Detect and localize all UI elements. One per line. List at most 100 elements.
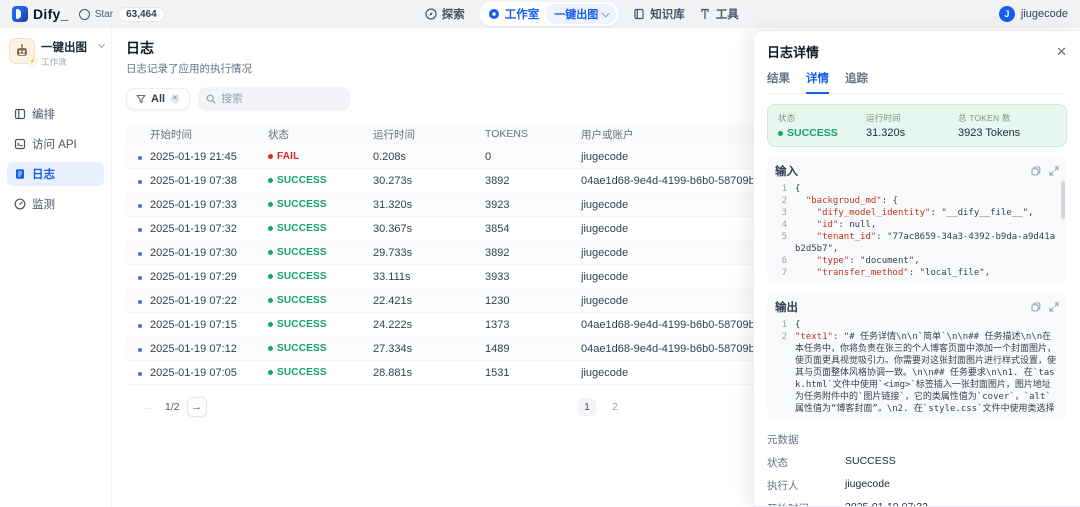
row-runtime: 29.733s — [373, 247, 485, 259]
metadata-label: 执行人 — [767, 478, 845, 493]
nav-knowledge[interactable]: 知识库 — [633, 6, 685, 22]
status-badge: SUCCESS — [268, 343, 373, 354]
table-row[interactable]: 2025-01-19 07:22 SUCCESS 22.421s 1230 ji… — [126, 289, 774, 313]
github-star-widget[interactable]: Star 63,464 — [79, 7, 165, 22]
tab-trace[interactable]: 追踪 — [845, 70, 868, 93]
user-name: jiugecode — [1021, 8, 1068, 20]
status-dot-icon — [268, 178, 273, 183]
row-start-time: 2025-01-19 07:22 — [150, 295, 268, 307]
tokens-label: 总 TOKEN 数 — [958, 112, 1056, 124]
row-user: jiugecode — [581, 271, 774, 283]
output-title: 输出 — [775, 299, 798, 315]
metadata-label: 状态 — [767, 455, 845, 470]
status-badge: SUCCESS — [268, 247, 373, 258]
robot-icon — [14, 43, 30, 59]
nav-tools[interactable]: 工具 — [699, 6, 739, 22]
table-row[interactable]: 2025-01-19 07:30 SUCCESS 29.733s 3892 ji… — [126, 241, 774, 265]
row-user: jiugecode — [581, 367, 774, 379]
expand-icon[interactable] — [1049, 166, 1059, 176]
metadata-value: 2025-01-19 07:32 — [845, 501, 928, 507]
sidebar-item-logs[interactable]: 日志 — [7, 162, 104, 186]
next-page-button[interactable]: → — [187, 397, 207, 417]
table-row[interactable]: 2025-01-19 07:33 SUCCESS 31.320s 3923 ji… — [126, 193, 774, 217]
log-detail-panel: 日志详情 ✕ 结果 详情 追踪 状态 SUCCESS 运行时间 31.320s … — [753, 30, 1080, 507]
nav-studio-group: 工作室 一键出图 — [479, 2, 620, 26]
sidebar-item-monitoring[interactable]: 监测 — [7, 192, 104, 216]
tab-detail[interactable]: 详情 — [806, 70, 829, 94]
expand-icon[interactable] — [1049, 302, 1059, 312]
row-dot-icon — [138, 276, 142, 280]
status-dot-icon — [268, 274, 273, 279]
row-start-time: 2025-01-19 21:45 — [150, 151, 268, 163]
metadata-title: 元数据 — [767, 432, 1067, 447]
nav-knowledge-label: 知识库 — [650, 6, 685, 22]
status-dot-icon — [268, 154, 273, 159]
status-dot-icon — [268, 298, 273, 303]
dify-logo[interactable]: Dify_ — [12, 6, 69, 22]
status-badge: SUCCESS — [268, 199, 373, 210]
row-dot-icon — [138, 204, 142, 208]
studio-icon — [488, 8, 500, 20]
top-navbar: Dify_ Star 63,464 探索 工作室 一键出图 知识库 — [0, 0, 1080, 28]
avatar: J — [999, 6, 1015, 22]
prev-page-button[interactable]: ← — [138, 397, 158, 417]
sidebar-item-label: 监测 — [32, 196, 55, 212]
metadata-row: 开始时间 2025-01-19 07:32 — [767, 501, 1067, 507]
sidebar-item-orchestrate[interactable]: 编排 — [7, 102, 104, 126]
row-dot-icon — [138, 324, 142, 328]
row-runtime: 27.334s — [373, 343, 485, 355]
table-row[interactable]: 2025-01-19 07:12 SUCCESS 27.334s 1489 04… — [126, 337, 774, 361]
log-icon — [14, 168, 26, 180]
col-runtime: 运行时间 — [373, 127, 485, 142]
nav-current-app-chip[interactable]: 一键出图 — [546, 4, 616, 24]
nav-explore-label: 探索 — [442, 6, 465, 22]
app-type-label: 工作流 — [41, 56, 87, 68]
copy-icon[interactable] — [1031, 166, 1041, 176]
filter-clear-icon[interactable]: ✕ — [170, 94, 180, 104]
status-filter-chip[interactable]: All ✕ — [126, 88, 190, 110]
sidebar-item-api[interactable]: 访问 API — [7, 132, 104, 156]
account-menu[interactable]: J jiugecode — [999, 6, 1068, 22]
app-selector[interactable]: ⚡ 一键出图 工作流 — [7, 36, 104, 70]
search-input[interactable] — [221, 93, 331, 105]
row-tokens: 1531 — [485, 367, 581, 379]
table-row[interactable]: 2025-01-19 07:05 SUCCESS 28.881s 1531 ji… — [126, 361, 774, 385]
page-number-2[interactable]: 2 — [606, 398, 624, 416]
page-number-1[interactable]: 1 — [578, 398, 596, 416]
table-row[interactable]: 2025-01-19 07:32 SUCCESS 30.367s 3854 ji… — [126, 217, 774, 241]
table-row[interactable]: 2025-01-19 07:29 SUCCESS 33.111s 3933 ji… — [126, 265, 774, 289]
input-code-block[interactable]: 1{2 "backgroud_md": {3 "dify_model_ident… — [775, 183, 1059, 279]
scrollbar[interactable] — [1061, 181, 1065, 219]
row-start-time: 2025-01-19 07:38 — [150, 175, 268, 187]
row-dot-icon — [138, 252, 142, 256]
copy-icon[interactable] — [1031, 302, 1041, 312]
row-tokens: 1489 — [485, 343, 581, 355]
nav-explore[interactable]: 探索 — [425, 6, 465, 22]
table-row[interactable]: 2025-01-19 07:38 SUCCESS 30.273s 3892 04… — [126, 169, 774, 193]
nav-studio-label: 工作室 — [505, 6, 540, 22]
status-dot-icon — [268, 226, 273, 231]
close-icon[interactable]: ✕ — [1056, 45, 1067, 58]
status-badge: SUCCESS — [268, 175, 373, 186]
wrench-icon — [699, 8, 711, 20]
status-label: 状态 — [778, 112, 866, 124]
table-row[interactable]: 2025-01-19 21:45 FAIL 0.208s 0 jiugecode — [126, 145, 774, 169]
output-code-block[interactable]: 1{2"text1": "# 任务详情\n\n`简单`\n\n## 任务描述\n… — [775, 319, 1059, 415]
table-row[interactable]: 2025-01-19 07:15 SUCCESS 24.222s 1373 04… — [126, 313, 774, 337]
chevron-down-icon — [98, 41, 105, 48]
book-icon — [633, 8, 645, 20]
workflow-badge-icon: ⚡ — [28, 57, 37, 66]
metadata-label: 开始时间 — [767, 501, 845, 507]
search-box[interactable] — [198, 87, 350, 111]
metadata-value: SUCCESS — [845, 455, 896, 470]
filter-icon — [136, 94, 146, 104]
metadata-value: jiugecode — [845, 478, 890, 493]
nav-studio[interactable]: 工作室 — [488, 6, 540, 22]
row-start-time: 2025-01-19 07:12 — [150, 343, 268, 355]
dify-logo-text: Dify_ — [33, 6, 69, 22]
tab-result[interactable]: 结果 — [767, 70, 790, 93]
nav-tools-label: 工具 — [716, 6, 739, 22]
dify-logo-icon — [12, 6, 28, 22]
app-sidebar: ⚡ 一键出图 工作流 编排 访问 API 日志 监测 — [0, 28, 112, 507]
status-badge: SUCCESS — [268, 295, 373, 306]
